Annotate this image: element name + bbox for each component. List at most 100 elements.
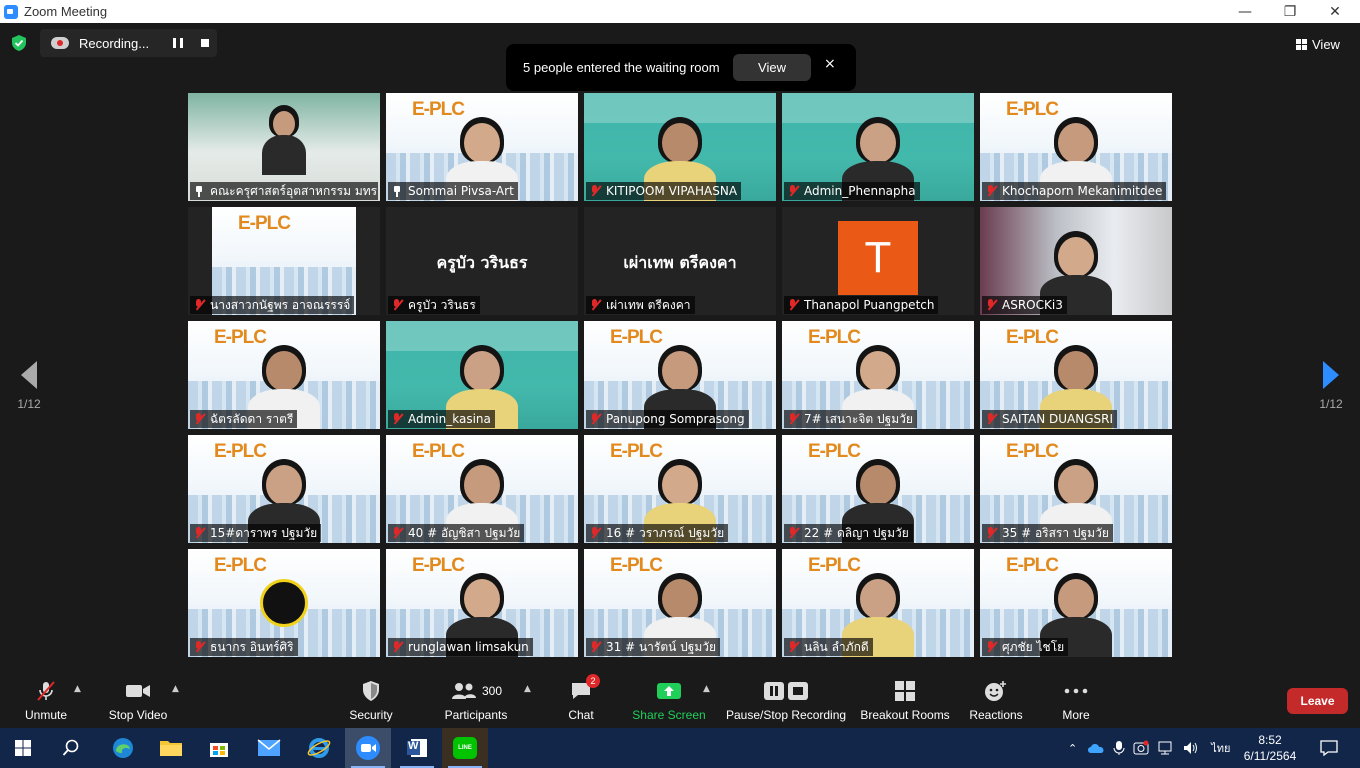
next-page-button[interactable]: 1/12 (1316, 361, 1346, 411)
video-tile[interactable]: ฉัตรลัดดา ราตรี (188, 321, 380, 429)
view-toggle-button[interactable]: View (1296, 32, 1352, 56)
close-window-icon[interactable]: ✕ (1312, 0, 1358, 23)
share-screen-button[interactable]: Share Screen (632, 676, 706, 728)
video-tile[interactable]: 15#ดาราพร ปฐมวัย (188, 435, 380, 543)
microphone-icon[interactable] (1113, 740, 1125, 756)
video-tile[interactable]: runglawan limsakun (386, 549, 578, 657)
taskbar-internet-explorer[interactable] (296, 728, 342, 768)
video-tile[interactable]: เผ่าเทพ ตรีคงคา เผ่าเทพ ตรีคงคา (584, 207, 776, 315)
avatar: T (838, 221, 918, 295)
participant-name-bar: ครูบัว วรินธร (388, 296, 480, 314)
search-button[interactable] (48, 728, 94, 768)
video-tile[interactable]: Admin_kasina (386, 321, 578, 429)
participants-options-chevron-icon[interactable]: ▲ (524, 684, 531, 694)
more-button[interactable]: More (1056, 676, 1096, 728)
zoom-app-icon (4, 4, 18, 19)
maximize-icon[interactable]: ❐ (1267, 0, 1313, 23)
video-tile[interactable]: KITIPOOM VIPAHASNA (584, 93, 776, 201)
participant-name-bar: Khochaporn Mekanimitdee (982, 182, 1167, 200)
network-icon[interactable] (1157, 740, 1175, 756)
stop-recording-icon[interactable] (201, 39, 209, 47)
reactions-button[interactable]: Reactions (968, 676, 1024, 728)
mic-muted-icon (590, 527, 600, 539)
participant-name-bar: 22 # ดลิญา ปฐมวัย (784, 524, 913, 542)
video-tile[interactable]: ASROCKi3 (980, 207, 1172, 315)
mail-envelope-icon (257, 739, 281, 756)
audio-options-chevron-icon[interactable]: ▲ (74, 684, 81, 694)
participant-name-bar: runglawan limsakun (388, 638, 533, 656)
share-options-chevron-icon[interactable]: ▲ (703, 684, 710, 694)
notification-center-icon (1320, 740, 1338, 756)
video-tile[interactable]: 16 # วราภรณ์ ปฐมวัย (584, 435, 776, 543)
video-tile[interactable]: 40 # อัญชิสา ปฐมวัย (386, 435, 578, 543)
participant-name: ศุภชัย ไชโย (1002, 640, 1065, 654)
participant-name: 31 # นารัตน์ ปฐมวัย (606, 640, 717, 654)
view-waiting-room-button[interactable]: View (733, 54, 811, 81)
video-tile[interactable]: ธนากร อินทร์ศิริ (188, 549, 380, 657)
taskbar-store[interactable] (196, 728, 242, 768)
security-button[interactable]: Security (344, 676, 398, 728)
participant-name: 35 # อริสรา ปฐมวัย (1002, 526, 1109, 540)
participants-button[interactable]: 300 Participants (440, 676, 512, 728)
video-tile[interactable]: นลิน ลำภักดี (782, 549, 974, 657)
video-tile[interactable]: T Thanapol Puangpetch (782, 207, 974, 315)
video-tile[interactable]: Sommai Pivsa-Art (386, 93, 578, 201)
video-tile[interactable]: 35 # อริสรา ปฐมวัย (980, 435, 1172, 543)
mic-muted-icon (392, 527, 402, 539)
taskbar-file-explorer[interactable] (148, 728, 194, 768)
taskbar-word[interactable]: W (394, 728, 440, 768)
participant-name: ฉัตรลัดดา ราตรี (210, 412, 294, 426)
unmute-button[interactable]: Unmute (18, 676, 74, 728)
tray-chevron-up-icon[interactable]: ⌃ (1068, 742, 1077, 755)
participant-name-bar: คณะครุศาสตร์อุตสาหกรรม มทร... (190, 182, 378, 200)
edge-browser-icon (113, 738, 133, 758)
taskbar-edge[interactable] (100, 728, 146, 768)
share-screen-label: Share Screen (632, 708, 706, 722)
taskbar-line[interactable]: LINE (442, 728, 488, 768)
taskbar-mail[interactable] (246, 728, 292, 768)
taskbar-zoom[interactable] (345, 728, 391, 768)
onedrive-icon[interactable] (1087, 742, 1105, 754)
participant-name-bar: Sommai Pivsa-Art (388, 182, 518, 200)
video-tile[interactable]: คณะครุศาสตร์อุตสาหกรรม มทร... (188, 93, 380, 201)
pause-stop-icon (763, 676, 809, 706)
previous-page-button[interactable]: 1/12 (14, 361, 44, 411)
video-tile[interactable]: Admin_Phennapha (782, 93, 974, 201)
participant-name-bar: Panupong Somprasong (586, 410, 749, 428)
video-tile[interactable]: นางสาวกนัฐพร อาจณรรรจ์ (188, 207, 380, 315)
leave-meeting-button[interactable]: Leave (1287, 688, 1348, 714)
video-tile[interactable]: SAITAN DUANGSRI (980, 321, 1172, 429)
pause-stop-recording-button[interactable]: Pause/Stop Recording (726, 676, 846, 728)
stop-video-button[interactable]: Stop Video (104, 676, 172, 728)
video-tile[interactable]: 7# เสนาะจิต ปฐมวัย (782, 321, 974, 429)
share-screen-icon (656, 676, 682, 706)
input-language[interactable]: ไทย (1211, 739, 1230, 757)
camera-in-use-icon[interactable] (1133, 740, 1149, 756)
video-tile[interactable]: 22 # ดลิญา ปฐมวัย (782, 435, 974, 543)
breakout-rooms-button[interactable]: Breakout Rooms (860, 676, 950, 728)
mic-muted-icon (590, 641, 600, 653)
chat-label: Chat (568, 708, 594, 722)
security-shield-icon[interactable] (10, 34, 28, 52)
close-notification-icon[interactable]: × (824, 56, 836, 72)
participant-name-bar: 7# เสนาะจิต ปฐมวัย (784, 410, 917, 428)
video-tile[interactable]: Panupong Somprasong (584, 321, 776, 429)
pin-icon (392, 185, 402, 197)
video-tile[interactable]: ศุภชัย ไชโย (980, 549, 1172, 657)
participant-name: Admin_Phennapha (804, 184, 916, 198)
video-tile[interactable]: ครูบัว วรินธร ครูบัว วรินธร (386, 207, 578, 315)
video-tile[interactable]: Khochaporn Mekanimitdee (980, 93, 1172, 201)
notifications-button[interactable] (1306, 728, 1352, 768)
chat-button[interactable]: 2 Chat (562, 674, 600, 728)
video-options-chevron-icon[interactable]: ▲ (172, 684, 179, 694)
participant-name: runglawan limsakun (408, 640, 529, 654)
participant-name-bar: 15#ดาราพร ปฐมวัย (190, 524, 322, 542)
minimize-icon[interactable]: — (1222, 0, 1268, 23)
unmute-label: Unmute (24, 708, 68, 722)
start-button[interactable] (0, 728, 46, 768)
volume-icon[interactable] (1183, 740, 1199, 756)
mic-muted-icon (788, 527, 798, 539)
pause-recording-icon[interactable] (173, 38, 183, 48)
video-tile[interactable]: 31 # นารัตน์ ปฐมวัย (584, 549, 776, 657)
taskbar-clock[interactable]: 8:52 6/11/2564 (1240, 732, 1300, 764)
